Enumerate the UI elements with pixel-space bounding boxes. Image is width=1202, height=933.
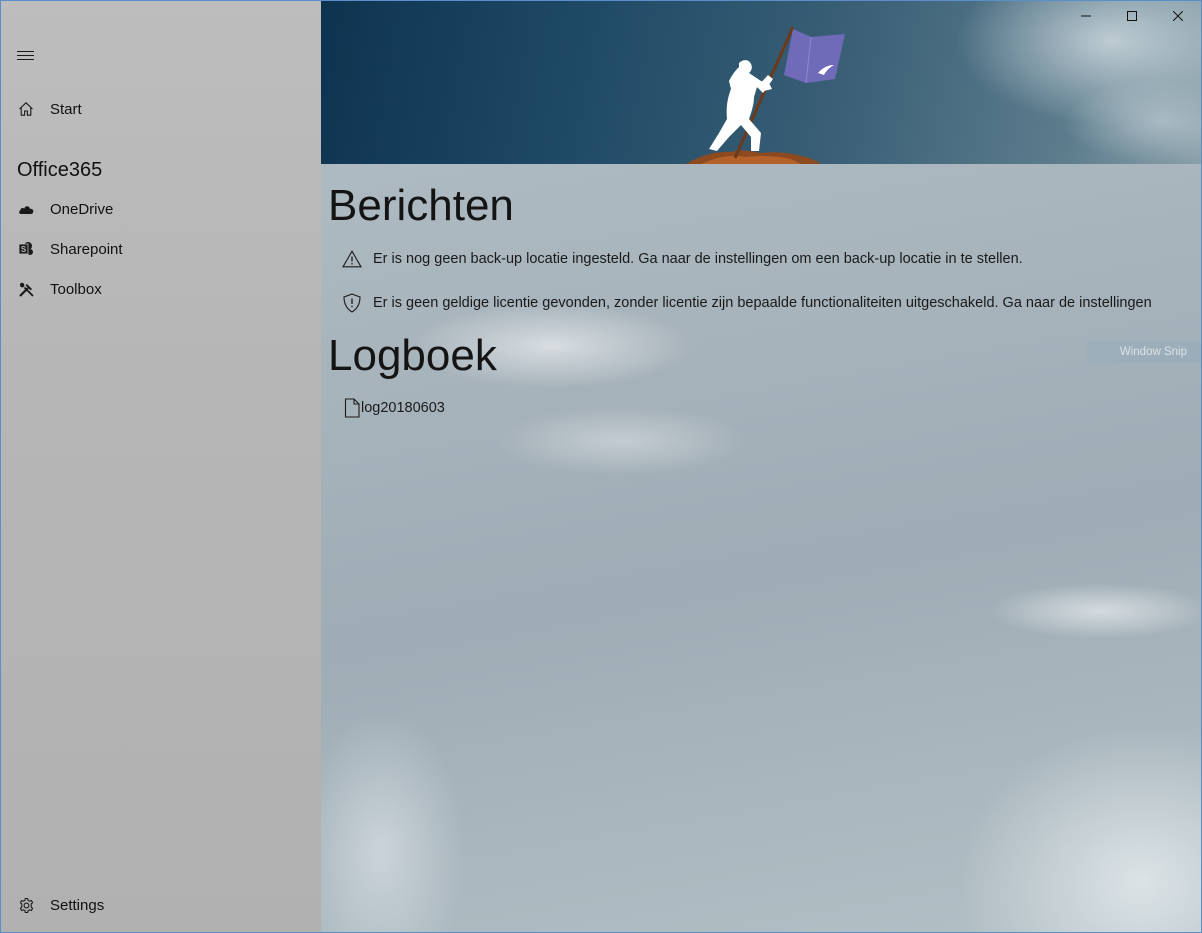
maximize-icon bbox=[1127, 8, 1137, 26]
hamburger-icon[interactable] bbox=[17, 51, 34, 63]
section-header-office365: Office365 bbox=[17, 159, 103, 181]
warning-icon bbox=[341, 248, 363, 270]
nav-item-start[interactable]: Start bbox=[1, 89, 321, 129]
svg-text:S: S bbox=[21, 245, 27, 254]
app-window: Start Office365 OneDrive S Sharepoint To… bbox=[0, 0, 1202, 933]
nav-item-settings[interactable]: Settings bbox=[1, 885, 321, 925]
messages-heading: Berichten bbox=[328, 181, 514, 230]
minimize-button[interactable] bbox=[1063, 1, 1109, 33]
maximize-button[interactable] bbox=[1109, 1, 1155, 33]
close-icon bbox=[1172, 8, 1184, 26]
log-file-name: log20180603 bbox=[361, 400, 445, 416]
cloud-icon bbox=[17, 200, 35, 218]
nav-item-label: Settings bbox=[50, 896, 105, 914]
home-icon bbox=[17, 100, 35, 118]
nav-item-sharepoint[interactable]: S Sharepoint bbox=[1, 229, 321, 269]
message-item: Er is geen geldige licentie gevonden, zo… bbox=[341, 292, 1152, 314]
message-text: Er is geen geldige licentie gevonden, zo… bbox=[373, 295, 1152, 311]
window-snip-badge[interactable]: Window Snip bbox=[1087, 341, 1201, 363]
sharepoint-icon: S bbox=[17, 240, 35, 258]
shield-icon bbox=[341, 292, 363, 314]
message-item: Er is nog geen back-up locatie ingesteld… bbox=[341, 248, 1023, 270]
nav-item-toolbox[interactable]: Toolbox bbox=[1, 269, 321, 309]
nav-item-label: Sharepoint bbox=[50, 240, 123, 258]
window-controls bbox=[1063, 1, 1201, 33]
gear-icon bbox=[17, 896, 35, 914]
navigation-pane: Start Office365 OneDrive S Sharepoint To… bbox=[1, 1, 321, 932]
log-file-item[interactable]: log20180603 bbox=[343, 398, 445, 418]
log-heading: Logboek bbox=[328, 331, 497, 380]
nav-item-onedrive[interactable]: OneDrive bbox=[1, 189, 321, 229]
nav-item-label: Start bbox=[50, 100, 82, 118]
document-icon bbox=[343, 398, 361, 418]
tools-icon bbox=[17, 280, 35, 298]
nav-item-label: Toolbox bbox=[50, 280, 102, 298]
main-content: Berichten Er is nog geen back-up locatie… bbox=[321, 1, 1201, 932]
header-banner bbox=[321, 1, 1201, 164]
message-text: Er is nog geen back-up locatie ingesteld… bbox=[373, 251, 1023, 267]
minimize-icon bbox=[1081, 8, 1091, 26]
nav-item-label: OneDrive bbox=[50, 200, 114, 218]
close-button[interactable] bbox=[1155, 1, 1201, 33]
